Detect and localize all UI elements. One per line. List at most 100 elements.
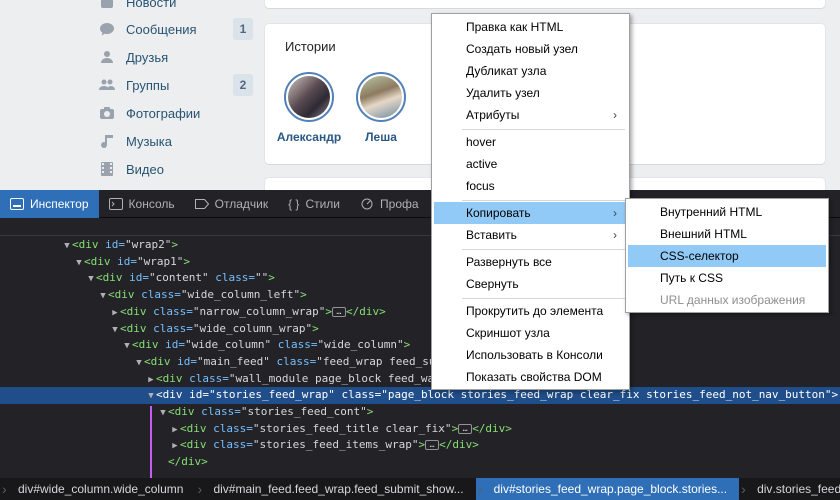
menu-item-paste[interactable]: Вставить › (434, 224, 627, 246)
sidebar-item-label: Музыка (126, 133, 172, 149)
menu-item-expand-all[interactable]: Развернуть все (434, 251, 627, 273)
sidebar-item-label: Новости (126, 0, 177, 10)
markup-token: id= (177, 354, 197, 368)
breadcrumb-separator-icon: › (2, 481, 7, 497)
markup-token: "wall_module page_block feed_wall" (228, 371, 455, 385)
breadcrumb-item[interactable]: › div #stories_feed_wrap.page_block.storie… (475, 478, 740, 500)
collapsed-children-badge[interactable]: … (331, 306, 346, 317)
collapsed-children-badge[interactable]: … (458, 423, 473, 434)
sidebar-item-friends[interactable]: Друзья (98, 43, 253, 71)
sidebar-item-label: Фотографии (126, 105, 201, 121)
story-item[interactable]: Леша (341, 72, 421, 144)
markup-token: "wide_column" (317, 338, 404, 352)
collapse-arrow-icon[interactable]: ▼ (62, 238, 72, 255)
tab-inspector[interactable]: Инспектор (0, 190, 99, 218)
menu-item-scroll-into-view[interactable]: Прокрутить до элемента (434, 300, 627, 322)
menu-item-use-in-console[interactable]: Использовать в Консоли (434, 344, 627, 366)
submenu-item-inner-html[interactable]: Внутренний HTML (628, 201, 826, 223)
groups-icon (98, 76, 116, 94)
collapse-arrow-icon[interactable]: ▼ (134, 355, 144, 372)
breadcrumb-item[interactable]: › div #wide_column.wide_column (0, 478, 195, 500)
markup-token: <div (144, 354, 178, 368)
submenu-item-css-selector[interactable]: CSS-селектор (628, 245, 826, 267)
feed-card-top (265, 0, 825, 8)
sidebar-item-photos[interactable]: Фотографии (98, 99, 253, 127)
markup-token: "" (254, 271, 269, 285)
menu-item-hover[interactable]: hover (434, 131, 627, 153)
collapse-arrow-icon[interactable]: ▼ (122, 338, 132, 355)
expand-arrow-icon[interactable]: ▶ (146, 372, 156, 389)
tab-console[interactable]: Консоль (99, 190, 185, 218)
collapse-arrow-icon[interactable]: ▼ (146, 388, 156, 405)
sidebar-item-groups[interactable]: Группы 2 (98, 71, 253, 99)
expand-arrow-icon[interactable]: ▶ (110, 305, 120, 322)
markup-node[interactable]: ▼ <div class="wide_column_wrap"> (0, 321, 840, 338)
collapse-arrow-icon[interactable]: ▼ (110, 322, 120, 339)
menu-item-show-dom-properties[interactable]: Показать свойства DOM (434, 366, 627, 388)
breadcrumb-item[interactable]: › div #main_feed.feed_wrap.feed_submit_sho… (195, 478, 475, 500)
markup-token: > (312, 321, 319, 335)
story-author: Александр (276, 130, 342, 144)
markup-node[interactable]: ▶ <div class="stories_feed_title clear_fi… (0, 421, 840, 438)
menu-item-attributes[interactable]: Атрибуты › (434, 104, 627, 126)
story-item[interactable]: Александр (269, 72, 349, 144)
breadcrumb-tag: div (757, 482, 773, 496)
breadcrumb-selector: #wide_column.wide_column (33, 482, 184, 496)
sidebar-item-music[interactable]: Музыка (98, 127, 253, 155)
markup-node-selected[interactable]: ▼ <div id="stories_feed_wrap" class="page… (0, 387, 840, 404)
tab-style-editor[interactable]: { } Стили (278, 190, 350, 218)
markup-node[interactable]: ▼ <div id="main_feed" class="feed_wrap fe… (0, 354, 840, 371)
tab-performance[interactable]: Профа (350, 190, 429, 218)
unread-count-badge: 1 (233, 18, 253, 40)
sidebar-item-video[interactable]: Видео (98, 155, 253, 183)
markup-token: <div (156, 388, 190, 402)
markup-node[interactable]: ▼ <div id="wide_column" class="wide_colum… (0, 337, 840, 354)
submenu-item-css-path[interactable]: Путь к CSS (628, 267, 826, 289)
menu-item-edit-as-html[interactable]: Правка как HTML (434, 16, 627, 38)
menu-item-collapse[interactable]: Свернуть (434, 273, 627, 295)
markup-token: id= (117, 254, 137, 268)
menu-item-create-node[interactable]: Создать новый узел (434, 38, 627, 60)
menu-item-duplicate-node[interactable]: Дубликат узла (434, 60, 627, 82)
menu-item-screenshot-node[interactable]: Скриншот узла (434, 322, 627, 344)
markup-token: <div (96, 271, 130, 285)
markup-token: class= (189, 371, 229, 385)
markup-node[interactable]: ▼ <div class="stories_feed_cont"> (0, 404, 840, 421)
markup-token: "stories_feed_wrap" (209, 388, 342, 402)
debugger-icon (194, 198, 209, 210)
markup-node[interactable]: ▶ <div class="stories_feed_items_wrap">… <… (0, 437, 840, 454)
menu-item-copy[interactable]: Копировать › (434, 202, 627, 224)
menu-item-active[interactable]: active (434, 153, 627, 175)
avatar (356, 72, 406, 122)
breadcrumb-selector: .stories_feed_cont (772, 482, 840, 496)
submenu-item-image-data-url: URL данных изображения (660, 293, 806, 307)
menu-item-delete-node[interactable]: Удалить узел (434, 82, 627, 104)
menu-separator (462, 249, 625, 250)
collapse-arrow-icon[interactable]: ▼ (74, 255, 84, 272)
groups-count-badge: 2 (233, 74, 253, 96)
collapse-arrow-icon[interactable]: ▼ (98, 288, 108, 305)
sidebar-item-label: Видео (126, 161, 164, 177)
collapse-arrow-icon[interactable]: ▼ (86, 271, 96, 288)
markup-token: "narrow_column_wrap" (192, 304, 326, 318)
markup-node[interactable]: ▶ <div class="wall_module page_block feed… (0, 371, 840, 388)
menu-item-focus[interactable]: focus (434, 175, 627, 197)
breadcrumb-selector: #stories_feed_wrap.page_block.stories... (508, 482, 728, 496)
markup-node[interactable]: </div> (0, 454, 840, 471)
sidebar-item-news[interactable]: Новости (98, 0, 253, 16)
collapsed-children-badge[interactable]: … (425, 440, 440, 451)
tab-debugger[interactable]: Отладчик (185, 190, 278, 218)
markup-token: > (171, 238, 178, 251)
expand-arrow-icon[interactable]: ▶ (170, 422, 180, 439)
chevron-right-icon: › (613, 228, 617, 242)
markup-token: "stories_feed_cont" (240, 405, 367, 418)
copy-submenu: Внутренний HTML Внешний HTML CSS-селекто… (625, 198, 829, 313)
expand-arrow-icon[interactable]: ▶ (170, 438, 180, 455)
markup-token: class= (215, 271, 255, 285)
sidebar-item-messages[interactable]: Сообщения 1 (98, 15, 253, 43)
submenu-item-outer-html[interactable]: Внешний HTML (628, 223, 826, 245)
breadcrumb-item[interactable]: › div.stories_feed_cont (739, 478, 840, 500)
stories-title: Истории (285, 39, 336, 54)
collapse-arrow-icon[interactable]: ▼ (158, 405, 168, 422)
context-menu: Правка как HTML Создать новый узел Дубли… (431, 13, 630, 390)
